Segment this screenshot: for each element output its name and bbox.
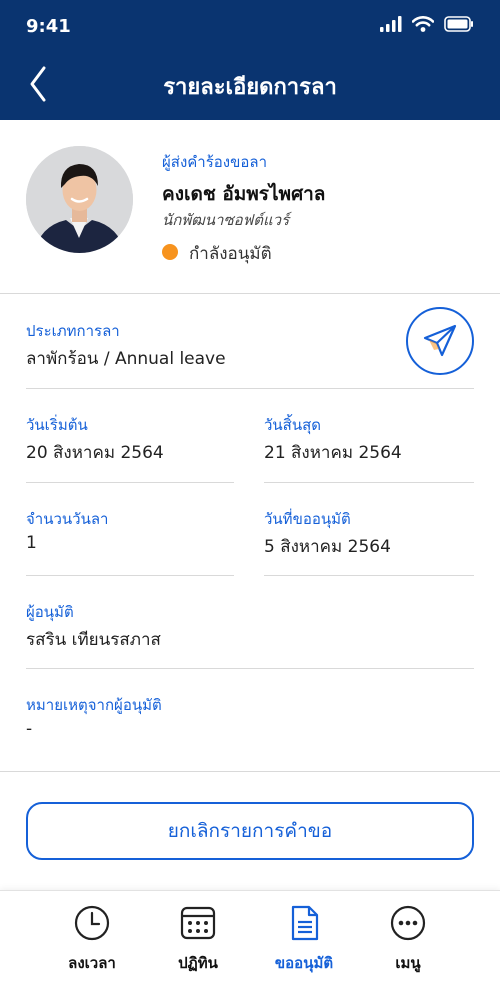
requester-card: ผู้ส่งคำร้องขอลา คงเดช อัมพรไพศาล นักพัฒ… [0, 120, 500, 294]
paper-plane-icon [423, 324, 457, 357]
divider [26, 482, 234, 483]
requester-role: นักพัฒนาซอฟต์แวร์ [162, 211, 290, 229]
tab-label: ลงเวลา [68, 954, 116, 972]
requester-label: ผู้ส่งคำร้องขอลา [162, 153, 267, 171]
send-button[interactable] [406, 307, 474, 375]
action-area: ยกเลิกรายการคำขอ [0, 772, 500, 890]
approver-note-value: - [26, 719, 33, 739]
battery-icon [444, 16, 473, 32]
status-time: 9:41 [26, 16, 71, 37]
tab-label: ปฏิทิน [178, 954, 218, 972]
divider [264, 575, 474, 576]
signal-icon [380, 16, 402, 32]
status-text: กำลังอนุมัติ [189, 244, 272, 264]
calendar-icon [180, 906, 216, 940]
tab-menu[interactable]: เมนู [353, 891, 463, 984]
days-value: 1 [26, 533, 37, 553]
start-date-label: วันเริ่มต้น [26, 416, 88, 434]
leave-type-value: ลาพักร้อน / Annual leave [26, 349, 226, 369]
avatar-image [26, 146, 133, 253]
end-date-value: 21 สิงหาคม 2564 [264, 443, 402, 463]
approver-note-label: หมายเหตุจากผู้อนุมัติ [26, 696, 162, 714]
more-icon [390, 905, 426, 941]
end-date-label: วันสิ้นสุด [264, 416, 321, 434]
cancel-request-button[interactable]: ยกเลิกรายการคำขอ [26, 802, 474, 860]
tab-label: ขออนุมัติ [274, 954, 334, 972]
request-date-value: 5 สิงหาคม 2564 [264, 537, 391, 557]
status-icons [380, 16, 474, 32]
leave-details: ประเภทการลา ลาพักร้อน / Annual leave วัน… [0, 294, 500, 772]
clock-icon [74, 905, 110, 941]
divider [26, 388, 474, 389]
avatar [26, 146, 133, 253]
page-title: รายละเอียดการลา [163, 75, 337, 100]
approver-label: ผู้อนุมัติ [26, 603, 74, 621]
wifi-icon [412, 16, 434, 32]
status-dot [162, 244, 178, 260]
document-icon [291, 905, 319, 941]
days-label: จำนวนวันลา [26, 510, 109, 528]
leave-type-label: ประเภทการลา [26, 322, 120, 340]
divider [264, 482, 474, 483]
divider [26, 668, 474, 669]
requester-name: คงเดช อัมพรไพศาล [162, 183, 326, 205]
start-date-value: 20 สิงหาคม 2564 [26, 443, 164, 463]
nav-bar: รายละเอียดการลา [0, 50, 500, 120]
divider [26, 575, 234, 576]
tab-approval[interactable]: ขออนุมัติ [249, 891, 359, 984]
tab-calendar[interactable]: ปฏิทิน [143, 891, 253, 984]
approver-value: รสริน เทียนรสภาส [26, 630, 161, 650]
bottom-tab-bar: ลงเวลา ปฏิทิน ขออนุมัติ เมนู [0, 890, 500, 984]
tab-clock-in[interactable]: ลงเวลา [37, 891, 147, 984]
tab-label: เมนู [395, 954, 421, 972]
request-date-label: วันที่ขออนุมัติ [264, 510, 351, 528]
status-bar: 9:41 [0, 0, 500, 50]
